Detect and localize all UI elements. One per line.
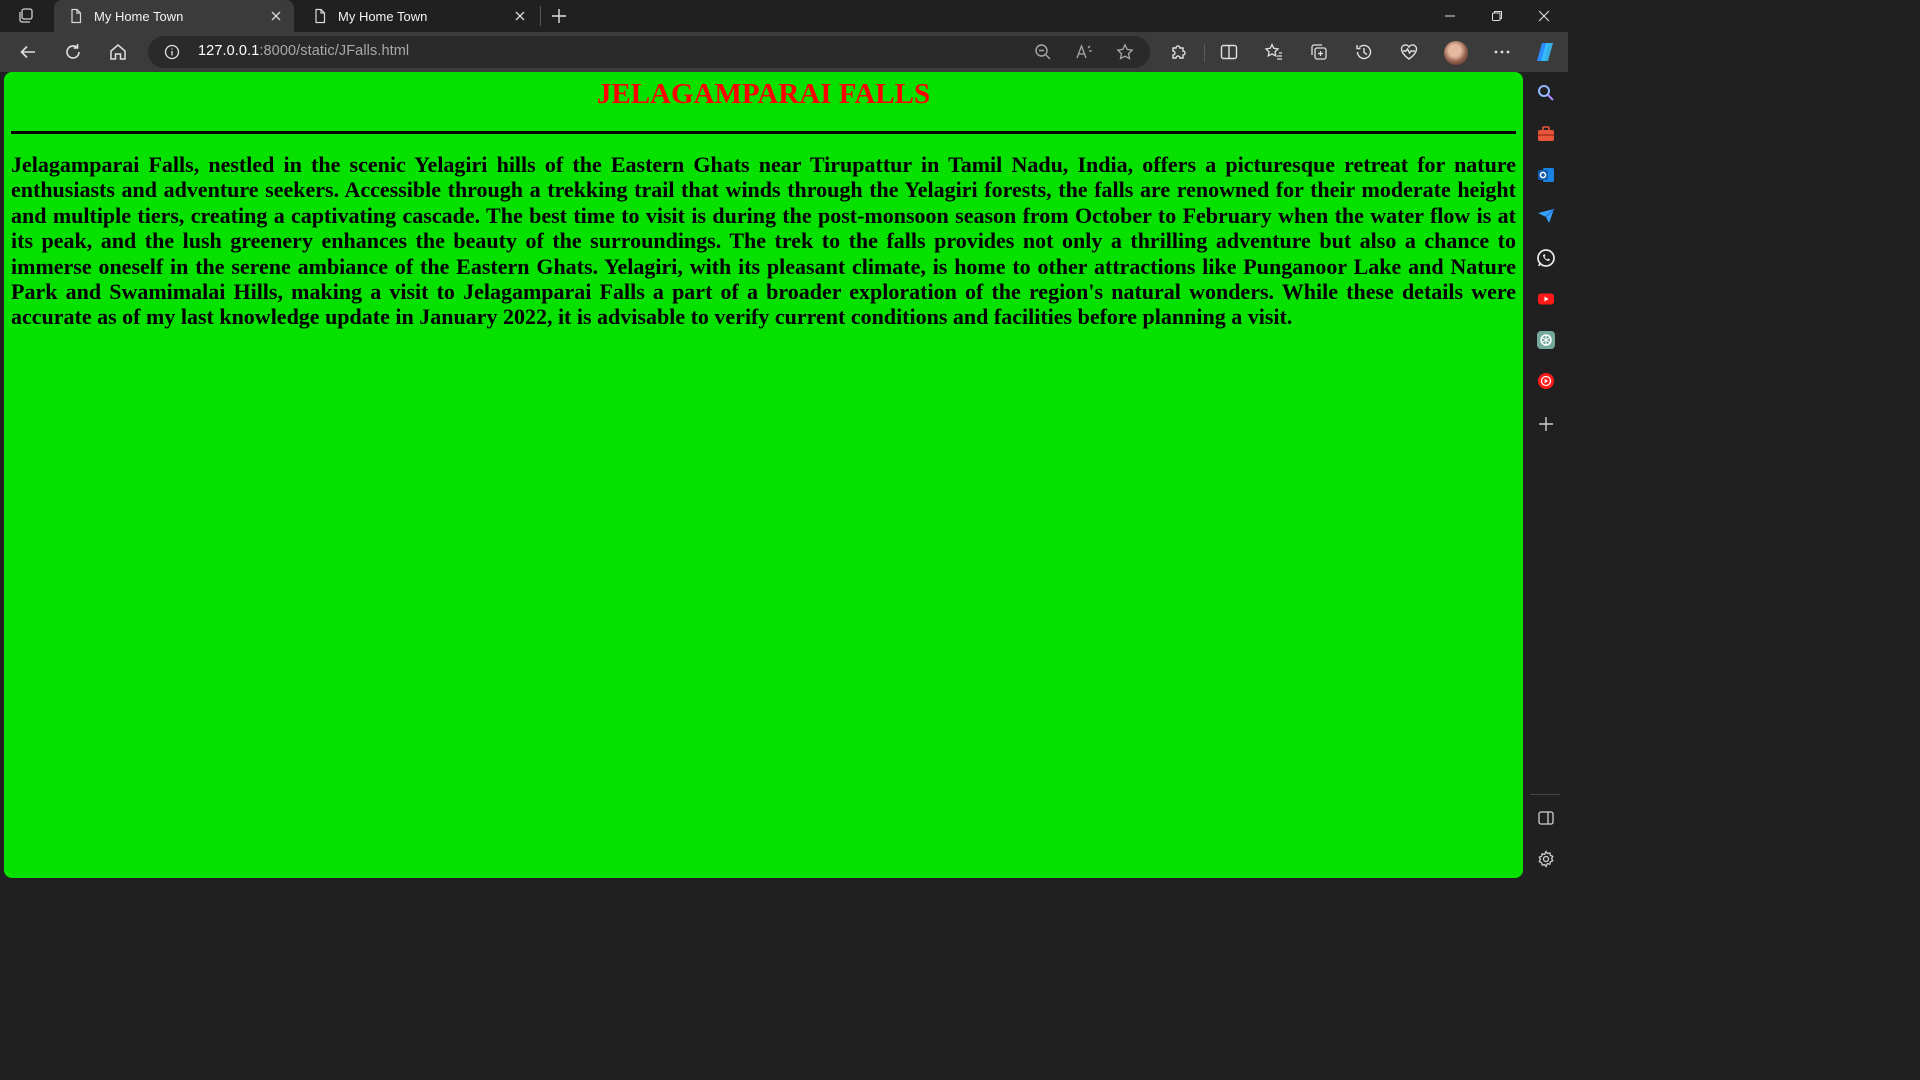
- settings-icon[interactable]: [1534, 847, 1558, 871]
- tab-active[interactable]: My Home Town: [54, 0, 294, 32]
- tab-title: My Home Town: [338, 8, 428, 24]
- page-icon: [312, 8, 328, 24]
- address-bar[interactable]: 127.0.0.1:8000/static/JFalls.html: [148, 36, 1150, 68]
- edge-sidebar: [1524, 72, 1568, 882]
- read-aloud-icon[interactable]: [1074, 42, 1094, 62]
- sidebar-divider: [1530, 794, 1560, 795]
- info-icon[interactable]: [164, 44, 180, 60]
- minimize-button[interactable]: [1427, 0, 1473, 32]
- page-icon: [68, 8, 84, 24]
- close-window-button[interactable]: [1521, 0, 1567, 32]
- browser-toolbar: 127.0.0.1:8000/static/JFalls.html: [0, 32, 1568, 72]
- restore-button[interactable]: [1474, 0, 1520, 32]
- chatgpt-icon[interactable]: [1534, 328, 1558, 352]
- tab-title: My Home Town: [94, 8, 184, 24]
- collections-button[interactable]: [1305, 38, 1333, 66]
- close-icon[interactable]: [268, 8, 284, 24]
- tab-actions-icon[interactable]: [14, 6, 38, 26]
- page-paragraph: Jelagamparai Falls, nestled in the sceni…: [11, 152, 1516, 330]
- extensions-button[interactable]: [1165, 38, 1193, 66]
- more-options-button[interactable]: [1488, 38, 1516, 66]
- close-icon[interactable]: [512, 8, 528, 24]
- tab-strip: My Home Town My Home Town: [0, 0, 1568, 32]
- music-icon[interactable]: [1534, 369, 1558, 393]
- split-panel-icon[interactable]: [1534, 806, 1558, 830]
- browser-essentials-button[interactable]: [1395, 38, 1423, 66]
- split-screen-button[interactable]: [1215, 38, 1243, 66]
- refresh-button[interactable]: [59, 38, 87, 66]
- favorites-button[interactable]: [1260, 38, 1288, 66]
- youtube-icon[interactable]: [1534, 287, 1558, 311]
- copilot-icon[interactable]: [1531, 38, 1559, 66]
- tab-inactive[interactable]: My Home Town: [298, 0, 538, 32]
- horizontal-rule: [11, 131, 1516, 134]
- window-bottom-edge: [0, 878, 1568, 882]
- send-icon[interactable]: [1534, 204, 1558, 228]
- history-button[interactable]: [1350, 38, 1378, 66]
- page-viewport: JELAGAMPARAI FALLS Jelagamparai Falls, n…: [4, 72, 1523, 878]
- tab-divider: [540, 6, 541, 26]
- whatsapp-icon[interactable]: [1534, 246, 1558, 270]
- add-icon[interactable]: [1534, 412, 1558, 436]
- back-button[interactable]: [14, 38, 42, 66]
- search-icon[interactable]: [1534, 81, 1558, 105]
- toolbar-divider: [1204, 44, 1205, 62]
- toolbox-icon[interactable]: [1534, 122, 1558, 146]
- page-title: JELAGAMPARAI FALLS: [596, 78, 931, 110]
- new-tab-button[interactable]: [548, 5, 570, 27]
- url-text[interactable]: 127.0.0.1:8000/static/JFalls.html: [198, 43, 409, 59]
- outlook-icon[interactable]: [1534, 163, 1558, 187]
- home-button[interactable]: [104, 38, 132, 66]
- favorite-star-icon[interactable]: [1115, 42, 1135, 62]
- zoom-out-icon[interactable]: [1033, 42, 1053, 62]
- profile-avatar[interactable]: [1444, 41, 1468, 65]
